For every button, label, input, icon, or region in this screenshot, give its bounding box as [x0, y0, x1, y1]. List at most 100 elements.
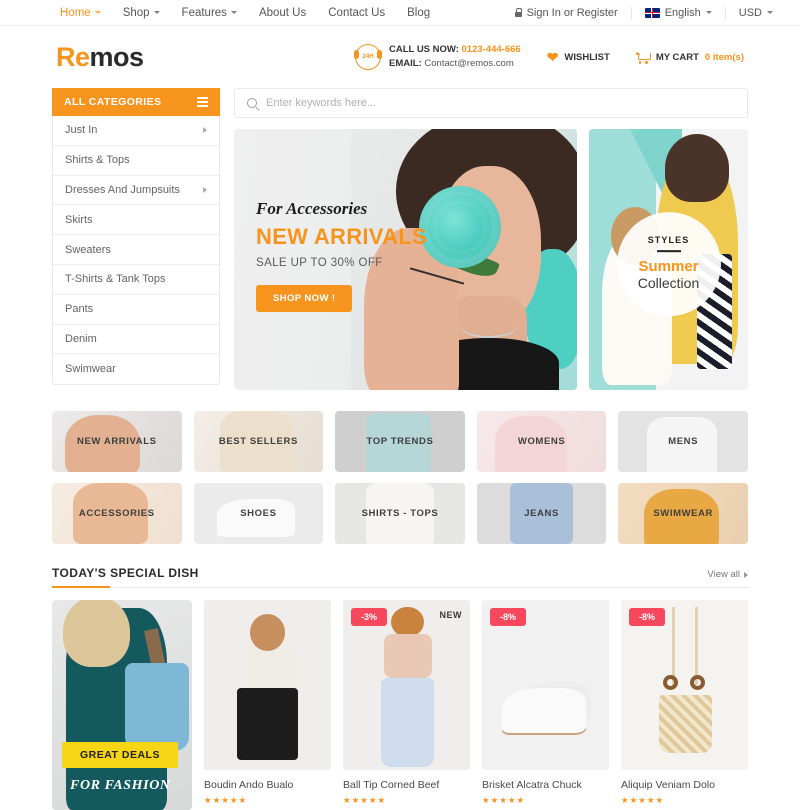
hero-eyebrow: For Accessories [256, 199, 368, 218]
tile-womens[interactable]: WOMENS [476, 411, 607, 472]
nav-label: Home [60, 6, 91, 19]
tile-label: SHOES [240, 508, 277, 519]
page-title: TODAY'S SPECIAL DISH [52, 566, 199, 580]
promo-styles-label: STYLES [647, 235, 690, 246]
tile-label: MENS [668, 436, 699, 447]
sidebar-item-denim[interactable]: Denim [53, 325, 219, 355]
lock-icon [514, 8, 523, 17]
category-label: Shirts & Tops [65, 154, 130, 167]
tile-shirts-tops[interactable]: SHIRTS - TOPS [335, 483, 465, 544]
call-number[interactable]: 0123-444-666 [462, 44, 521, 55]
category-label: Just In [65, 124, 98, 137]
category-tiles: NEW ARRIVALS BEST SELLERS TOP TRENDS WOM… [52, 411, 748, 544]
tile-shoes[interactable]: SHOES [193, 483, 324, 544]
nav-label: Blog [407, 6, 431, 19]
currency-selector[interactable]: USD [724, 6, 786, 19]
language-label: English [664, 6, 701, 19]
chevron-down-icon [705, 11, 712, 14]
product-rating: ★★★★★ [621, 795, 665, 805]
chevron-right-icon [744, 571, 748, 578]
tile-label: TOP TRENDS [366, 436, 434, 447]
product-card[interactable]: -3% NEW Ball Tip Corned Beef ★★★★★ [343, 600, 470, 810]
hero-title: NEW ARRIVALS [256, 224, 428, 249]
discount-badge: -8% [629, 608, 666, 626]
nav-label: Contact Us [328, 6, 386, 19]
hero-copy: For Accessories NEW ARRIVALS SALE UP TO … [256, 199, 427, 312]
cart-label: MY CART [655, 51, 699, 63]
view-all-label: View all [707, 569, 740, 580]
deal-banner-label: GREAT DEALS [62, 742, 178, 768]
tile-accessories[interactable]: ACCESSORIES [52, 483, 182, 544]
nav-item-about-us[interactable]: About Us [259, 7, 306, 19]
deal-subtitle: FOR FASHION [70, 778, 171, 793]
main-navigation: Home Shop Features About Us Contact Us B… [60, 7, 430, 19]
sidebar-item-shirts-tops[interactable]: Shirts & Tops [53, 146, 219, 176]
headset-icon: 24H [354, 44, 383, 70]
category-label: T-Shirts & Tank Tops [65, 273, 166, 286]
tile-best-sellers[interactable]: BEST SELLERS [193, 411, 324, 472]
sidebar-item-tshirts-tank-tops[interactable]: T-Shirts & Tank Tops [53, 265, 219, 295]
product-name: Boudin Ando Bualo [204, 779, 294, 791]
product-card[interactable]: Boudin Ando Bualo ★★★★★ [204, 600, 331, 810]
search-bar[interactable] [234, 88, 748, 118]
search-input[interactable] [266, 97, 735, 109]
product-image [204, 600, 331, 770]
language-selector[interactable]: English [630, 6, 725, 19]
sidebar-item-sweaters[interactable]: Sweaters [53, 235, 219, 265]
nav-item-contact-us[interactable]: Contact Us [328, 7, 385, 19]
nav-item-blog[interactable]: Blog [407, 7, 430, 19]
view-all-link[interactable]: View all [707, 569, 748, 580]
product-card[interactable]: -8% Brisket Alcatra Chuck ★★★★★ [482, 600, 609, 810]
cart-button[interactable]: MY CART 0 item(s) [636, 51, 744, 64]
nav-item-features[interactable]: Features [182, 7, 237, 19]
sidebar-item-dresses-jumpsuits[interactable]: Dresses And Jumpsuits [53, 176, 219, 206]
top-row: ALL CATEGORIES Just In Shirts & Tops Dre… [52, 88, 748, 390]
tile-jeans[interactable]: JEANS [476, 483, 607, 544]
tile-top-trends[interactable]: TOP TRENDS [335, 411, 465, 472]
product-list: GREAT DEALS FOR FASHION Boudin Ando Bual… [52, 600, 748, 810]
summer-collection-banner[interactable]: STYLES Summer Collection [589, 129, 748, 390]
nav-label: About Us [258, 6, 307, 19]
category-list: Just In Shirts & Tops Dresses And Jumpsu… [52, 116, 220, 386]
product-image: -8% [482, 600, 609, 770]
cart-icon [636, 52, 651, 64]
email-value[interactable]: Contact@remos.com [424, 58, 513, 69]
contact-lines: CALL US NOW: 0123-444-666 EMAIL: Contact… [389, 43, 521, 71]
hero-banner[interactable]: For Accessories NEW ARRIVALS SALE UP TO … [234, 129, 577, 390]
product-rating: ★★★★★ [204, 795, 248, 805]
discount-badge: -8% [490, 608, 527, 626]
category-label: Dresses And Jumpsuits [65, 183, 180, 196]
sidebar-item-skirts[interactable]: Skirts [53, 205, 219, 236]
tile-swimwear[interactable]: SWIMWEAR [618, 483, 748, 544]
all-categories-header[interactable]: ALL CATEGORIES [52, 88, 220, 116]
sidebar-item-just-in[interactable]: Just In [53, 116, 219, 146]
site-logo[interactable]: Remos [56, 42, 144, 73]
nav-item-home[interactable]: Home [60, 7, 101, 19]
sign-in-register-link[interactable]: Sign In or Register [502, 7, 631, 19]
wishlist-button[interactable]: ❤ WISHLIST [547, 50, 610, 64]
shop-now-button[interactable]: SHOP NOW ! [256, 285, 353, 312]
sidebar-item-swimwear[interactable]: Swimwear [53, 354, 219, 384]
contact-block: 24H CALL US NOW: 0123-444-666 EMAIL: Con… [354, 43, 521, 71]
sidebar-item-pants[interactable]: Pants [53, 295, 219, 325]
great-deals-promo-card[interactable]: GREAT DEALS FOR FASHION [52, 600, 192, 810]
email-label: EMAIL: [389, 58, 422, 69]
chevron-down-icon [153, 11, 160, 14]
promo-divider [656, 250, 681, 253]
nav-item-shop[interactable]: Shop [123, 7, 160, 19]
tile-label: JEANS [524, 508, 559, 519]
top-utility-bar: Home Shop Features About Us Contact Us B… [0, 0, 800, 26]
promo-circle: STYLES Summer Collection [616, 211, 721, 316]
header-right: 24H CALL US NOW: 0123-444-666 EMAIL: Con… [354, 43, 744, 71]
tile-new-arrivals[interactable]: NEW ARRIVALS [52, 411, 182, 472]
product-card[interactable]: -8% Aliquip Veniam Dolo ★★★★★ [621, 600, 748, 810]
category-label: Denim [65, 332, 97, 345]
category-sidebar: ALL CATEGORIES Just In Shirts & Tops Dre… [52, 88, 220, 390]
discount-badge: -3% [351, 608, 388, 626]
tile-label: ACCESSORIES [78, 508, 155, 519]
all-categories-label: ALL CATEGORIES [64, 96, 162, 108]
tile-mens[interactable]: MENS [618, 411, 748, 472]
headset-badge: 24H [362, 54, 374, 60]
site-header: Remos 24H CALL US NOW: 0123-444-666 EMAI… [0, 26, 800, 88]
chevron-down-icon [767, 11, 773, 14]
